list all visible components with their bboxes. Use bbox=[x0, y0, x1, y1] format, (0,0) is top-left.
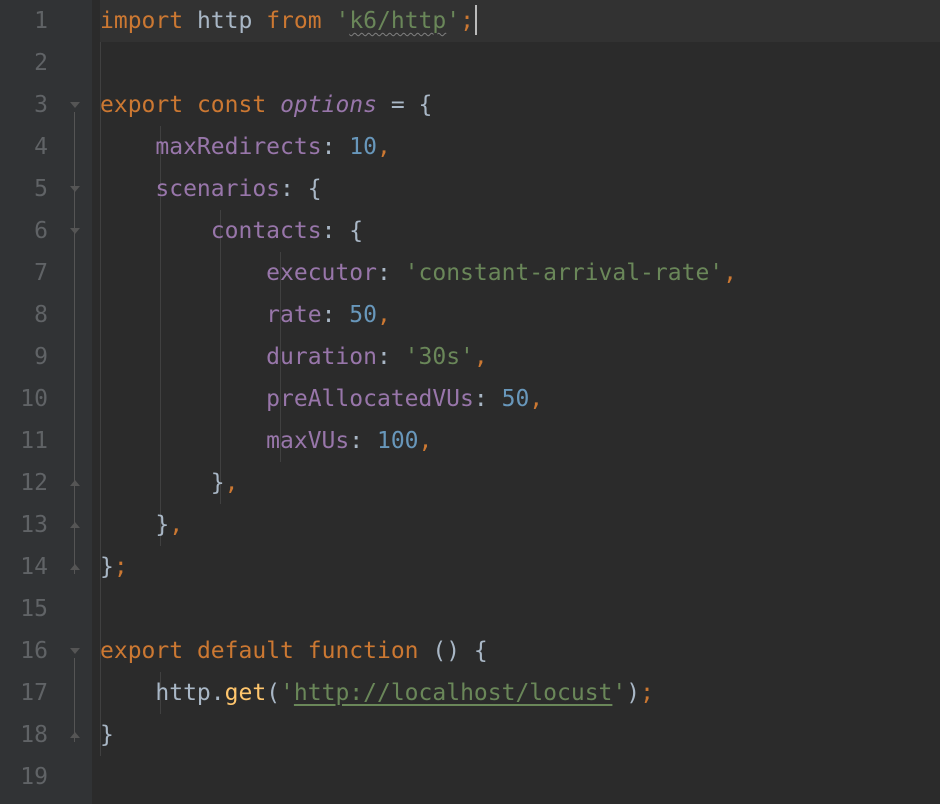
line-number: 3 bbox=[0, 84, 48, 126]
line-number: 18 bbox=[0, 714, 48, 756]
code-line[interactable]: scenarios: { bbox=[100, 168, 940, 210]
line-number: 9 bbox=[0, 336, 48, 378]
line-number: 10 bbox=[0, 378, 48, 420]
fold-gutter bbox=[64, 0, 92, 804]
line-number: 15 bbox=[0, 588, 48, 630]
text-caret bbox=[475, 5, 477, 35]
code-line[interactable]: rate: 50, bbox=[100, 294, 940, 336]
code-line[interactable]: maxRedirects: 10, bbox=[100, 126, 940, 168]
line-number: 8 bbox=[0, 294, 48, 336]
line-number: 7 bbox=[0, 252, 48, 294]
line-number: 6 bbox=[0, 210, 48, 252]
line-number: 13 bbox=[0, 504, 48, 546]
fold-close-icon[interactable] bbox=[68, 476, 84, 492]
fold-close-icon[interactable] bbox=[68, 560, 84, 576]
line-number: 17 bbox=[0, 672, 48, 714]
code-line[interactable]: preAllocatedVUs: 50, bbox=[100, 378, 940, 420]
line-number: 4 bbox=[0, 126, 48, 168]
code-content[interactable]: import http from 'k6/http'; export const… bbox=[92, 0, 940, 804]
line-number: 5 bbox=[0, 168, 48, 210]
line-number: 12 bbox=[0, 462, 48, 504]
code-editor[interactable]: 1 2 3 4 5 6 7 8 9 10 11 12 13 14 15 16 1… bbox=[0, 0, 940, 804]
line-number: 14 bbox=[0, 546, 48, 588]
line-number: 1 bbox=[0, 0, 48, 42]
code-line[interactable]: } bbox=[100, 714, 940, 756]
code-line[interactable]: maxVUs: 100, bbox=[100, 420, 940, 462]
fold-open-icon[interactable] bbox=[68, 182, 84, 198]
code-line[interactable]: }, bbox=[100, 504, 940, 546]
code-line[interactable]: }, bbox=[100, 462, 940, 504]
code-line[interactable]: contacts: { bbox=[100, 210, 940, 252]
fold-open-icon[interactable] bbox=[68, 644, 84, 660]
fold-close-icon[interactable] bbox=[68, 518, 84, 534]
code-line[interactable] bbox=[100, 42, 940, 84]
line-number-gutter: 1 2 3 4 5 6 7 8 9 10 11 12 13 14 15 16 1… bbox=[0, 0, 64, 804]
code-line[interactable]: import http from 'k6/http'; bbox=[100, 0, 940, 42]
fold-open-icon[interactable] bbox=[68, 224, 84, 240]
code-line[interactable] bbox=[100, 756, 940, 798]
fold-close-icon[interactable] bbox=[68, 728, 84, 744]
line-number: 19 bbox=[0, 756, 48, 798]
fold-open-icon[interactable] bbox=[68, 98, 84, 114]
code-line[interactable]: duration: '30s', bbox=[100, 336, 940, 378]
code-line[interactable]: export const options = { bbox=[100, 84, 940, 126]
code-line[interactable]: http.get('http://localhost/locust'); bbox=[100, 672, 940, 714]
line-number: 2 bbox=[0, 42, 48, 84]
code-line[interactable] bbox=[100, 588, 940, 630]
code-line[interactable]: export default function () { bbox=[100, 630, 940, 672]
code-line[interactable]: }; bbox=[100, 546, 940, 588]
line-number: 11 bbox=[0, 420, 48, 462]
code-line[interactable]: executor: 'constant-arrival-rate', bbox=[100, 252, 940, 294]
line-number: 16 bbox=[0, 630, 48, 672]
